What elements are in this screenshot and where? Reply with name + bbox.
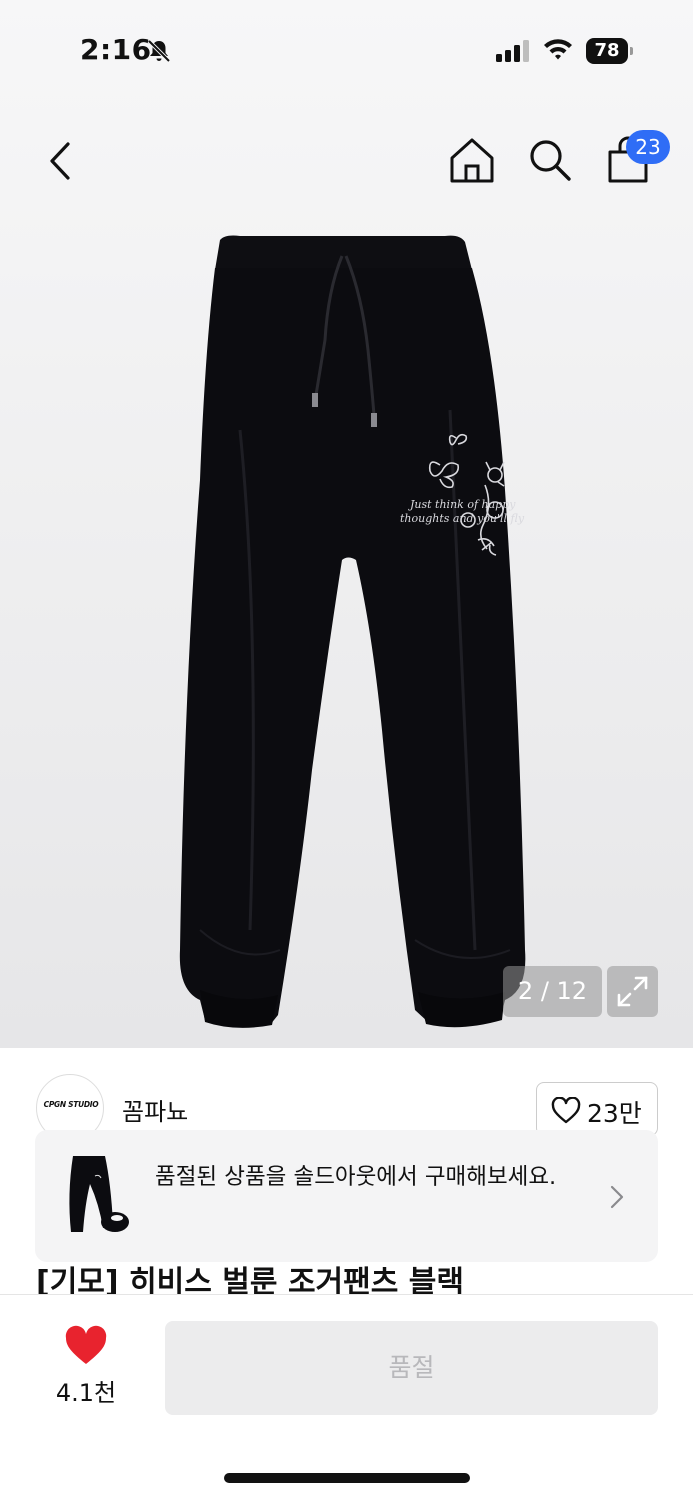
expand-icon bbox=[617, 976, 648, 1007]
product-photo: Just think of happy thoughts and you'll … bbox=[179, 235, 526, 1028]
seller-name[interactable]: 꼼파뇨 bbox=[122, 1092, 188, 1127]
embroidery-text-line1: Just think of happy bbox=[408, 498, 516, 511]
bell-off-icon bbox=[146, 38, 172, 68]
wifi-icon bbox=[542, 37, 574, 65]
soldout-banner-text: 품절된 상품을 솔드아웃에서 구매해보세요. bbox=[155, 1164, 557, 1190]
search-button[interactable] bbox=[524, 134, 576, 186]
soldout-banner[interactable]: 품절된 상품을 솔드아웃에서 구매해보세요. bbox=[35, 1130, 658, 1262]
seller-like-count: 23만 bbox=[587, 1099, 642, 1128]
embroidery-text-line2: thoughts and you'll fly bbox=[400, 512, 525, 525]
status-bar: 2:16 78 bbox=[0, 0, 693, 100]
home-indicator bbox=[224, 1473, 470, 1483]
product-image-gallery[interactable]: 2:16 78 23 Just think of happy thoughts … bbox=[0, 0, 693, 1048]
heart-filled-icon bbox=[65, 1325, 107, 1364]
cart-count-badge: 23 bbox=[626, 130, 670, 164]
home-button[interactable] bbox=[446, 134, 498, 186]
wishlist-count: 4.1천 bbox=[55, 1379, 117, 1407]
bottom-action-bar: 4.1천 품절 bbox=[0, 1294, 693, 1500]
search-icon bbox=[530, 140, 571, 181]
battery-icon: 78 bbox=[586, 38, 634, 64]
seller-logo-text: CPGN STUDIO bbox=[43, 1100, 99, 1109]
cellular-signal-icon bbox=[496, 40, 532, 66]
status-time: 2:16 bbox=[80, 33, 152, 66]
heart-outline-icon bbox=[551, 1097, 581, 1124]
seller-like-button[interactable]: 23만 bbox=[536, 1082, 658, 1136]
back-icon bbox=[50, 142, 70, 180]
soldout-purchase-button[interactable]: 품절 bbox=[165, 1321, 658, 1415]
expand-image-button[interactable] bbox=[607, 966, 658, 1017]
image-page-counter: 2 / 12 bbox=[503, 966, 602, 1017]
home-icon bbox=[450, 138, 494, 183]
back-button[interactable] bbox=[40, 135, 86, 187]
product-title: [기모] 히비스 벌룬 조거팬츠 블랙 bbox=[36, 1265, 464, 1294]
battery-level: 78 bbox=[586, 38, 628, 64]
wishlist-button[interactable]: 4.1천 bbox=[50, 1321, 122, 1411]
chevron-right-icon bbox=[610, 1185, 624, 1209]
soldout-product-thumbnail bbox=[69, 1156, 129, 1232]
